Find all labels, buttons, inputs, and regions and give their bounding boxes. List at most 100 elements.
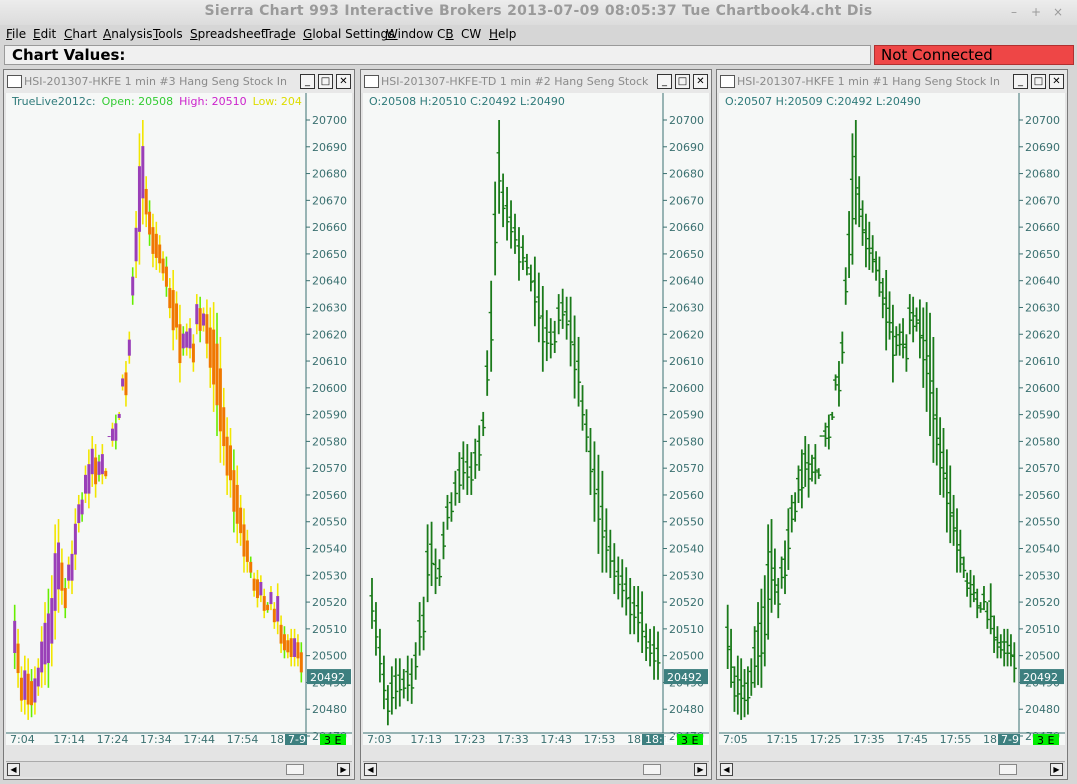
price-bar-body — [110, 428, 114, 441]
x-tick-label: 17:13 — [410, 733, 442, 745]
chart-minimize-button[interactable]: _ — [657, 74, 672, 89]
chart-maximize-button[interactable]: □ — [675, 74, 690, 89]
chart-title-bar[interactable]: HSI-201307-HKFE 1 min #1 Hang Seng Stock… — [717, 70, 1067, 93]
y-tick-label: 20590 — [669, 409, 704, 422]
price-bar-body — [144, 188, 148, 215]
price-bar-body — [23, 670, 27, 700]
y-tick-label: 20570 — [312, 462, 347, 475]
price-bar-body — [286, 640, 290, 653]
last-price-label: 20492 — [1023, 671, 1058, 684]
menu-window[interactable]: Window — [386, 27, 433, 41]
close-button[interactable]: × — [1050, 4, 1066, 20]
menu-chart[interactable]: Chart — [64, 27, 97, 41]
menu-global-settings[interactable]: Global Settings — [303, 27, 394, 41]
menu-help[interactable]: Help — [489, 27, 516, 41]
chart-close-button[interactable]: ✕ — [1049, 74, 1064, 89]
chart-title: HSI-201307-HKFE-TD 1 min #2 Hang Seng St… — [381, 75, 649, 88]
y-tick-label: 20700 — [1025, 114, 1060, 127]
fast-update-label: 3 E — [681, 734, 698, 745]
scrollbar-thumb[interactable] — [999, 764, 1017, 775]
price-chart-svg[interactable]: O:20507 H:20509 C:20492 L:20490 20700 2069… — [719, 93, 1065, 745]
minimize-button[interactable]: – — [1006, 4, 1022, 20]
maximize-button[interactable]: + — [1028, 4, 1044, 20]
chart-window-3[interactable]: HSI-201307-HKFE 1 min #1 Hang Seng Stock… — [716, 69, 1068, 780]
price-bar-body — [269, 592, 273, 605]
x-tick-label: 17:43 — [540, 733, 572, 745]
x-tick-label: 17:14 — [53, 733, 85, 745]
y-tick-label: 20530 — [669, 569, 704, 582]
price-bar-body — [16, 643, 20, 674]
scroll-right-arrow-icon[interactable]: ▶ — [694, 763, 707, 776]
price-bar-body — [242, 524, 246, 557]
price-bar-body — [232, 470, 236, 512]
y-tick-label: 20650 — [1025, 248, 1060, 261]
price-bar-body — [205, 314, 209, 344]
chart-minimize-button[interactable]: _ — [1013, 74, 1028, 89]
fast-update-label: 3 E — [1037, 734, 1054, 745]
menu-trade[interactable]: Trade — [263, 27, 296, 41]
chart-maximize-button[interactable]: □ — [318, 74, 333, 89]
chart-plot-area[interactable]: O:20507 H:20509 C:20492 L:20490 20700 2069… — [719, 93, 1065, 745]
chart-window-1[interactable]: HSI-201307-HKFE 1 min #3 Hang Seng Stock… — [3, 69, 355, 780]
chart-close-button[interactable]: ✕ — [336, 74, 351, 89]
price-bar-body — [148, 211, 152, 235]
price-chart-svg[interactable]: TrueLive2012c: Open: 20508 High: 20510 Low:… — [6, 93, 352, 745]
x-tick-label: 17:45 — [896, 733, 928, 745]
price-bar-body — [168, 288, 172, 309]
y-tick-label: 20650 — [312, 248, 347, 261]
price-bar-body — [161, 258, 165, 274]
price-bar-body — [225, 436, 229, 476]
window-system-icon[interactable] — [7, 75, 22, 88]
chart-title-bar[interactable]: HSI-201307-HKFE-TD 1 min #2 Hang Seng St… — [361, 70, 711, 93]
price-bar-body — [94, 457, 98, 485]
chart-plot-area[interactable]: TrueLive2012c: Open: 20508 High: 20510 Low:… — [6, 93, 352, 745]
price-bar-body — [266, 604, 270, 611]
scrollbar-thumb[interactable] — [643, 764, 661, 775]
y-tick-label: 20600 — [312, 382, 347, 395]
window-system-icon[interactable] — [364, 75, 379, 88]
chart-title-bar[interactable]: HSI-201307-HKFE 1 min #3 Hang Seng Stock… — [4, 70, 354, 93]
scroll-left-arrow-icon[interactable]: ◀ — [720, 763, 733, 776]
y-tick-label: 20580 — [669, 435, 704, 448]
menu-analysis[interactable]: Analysis — [103, 27, 152, 41]
horizontal-scrollbar[interactable]: ◀ ▶ — [363, 761, 709, 777]
chart-minimize-button[interactable]: _ — [300, 74, 315, 89]
scroll-left-arrow-icon[interactable]: ◀ — [364, 763, 377, 776]
fast-update-label: 3 E — [324, 734, 341, 745]
menu-tools[interactable]: Tools — [153, 27, 183, 41]
scroll-right-arrow-icon[interactable]: ▶ — [1050, 763, 1063, 776]
menu-file[interactable]: File — [6, 27, 26, 41]
menu-cb[interactable]: CB — [437, 27, 454, 41]
y-tick-label: 20560 — [669, 489, 704, 502]
info-segment: Open: 20508 — [102, 95, 174, 108]
y-tick-label: 20610 — [1025, 355, 1060, 368]
price-bar-body — [289, 638, 293, 657]
y-tick-label: 20620 — [1025, 328, 1060, 341]
horizontal-scrollbar[interactable]: ◀ ▶ — [719, 761, 1065, 777]
scroll-left-arrow-icon[interactable]: ◀ — [7, 763, 20, 776]
menu-edit[interactable]: Edit — [33, 27, 56, 41]
connection-status[interactable]: Not Connected — [874, 45, 1074, 65]
chart-values-bar: Chart Values: — [4, 45, 871, 65]
menu-spreadsheet[interactable]: Spreadsheet — [190, 27, 266, 41]
price-bar-body — [19, 677, 23, 701]
chart-maximize-button[interactable]: □ — [1031, 74, 1046, 89]
chart-close-button[interactable]: ✕ — [693, 74, 708, 89]
y-tick-label: 20690 — [669, 141, 704, 154]
price-bar-body — [77, 504, 81, 524]
y-tick-label: 20610 — [669, 355, 704, 368]
last-price-label: 20492 — [667, 671, 702, 684]
chart-window-2[interactable]: HSI-201307-HKFE-TD 1 min #2 Hang Seng St… — [360, 69, 712, 780]
price-bar-body — [57, 542, 61, 590]
window-system-icon[interactable] — [720, 75, 735, 88]
scrollbar-thumb[interactable] — [286, 764, 304, 775]
price-chart-svg[interactable]: O:20508 H:20510 C:20492 L:20490 20700 2069… — [363, 93, 709, 745]
price-bar-body — [127, 339, 131, 356]
menu-cw[interactable]: CW — [461, 27, 481, 41]
y-tick-label: 20510 — [312, 623, 347, 636]
scroll-right-arrow-icon[interactable]: ▶ — [337, 763, 350, 776]
price-bar-body — [60, 562, 64, 591]
horizontal-scrollbar[interactable]: ◀ ▶ — [6, 761, 352, 777]
y-tick-label: 20520 — [1025, 596, 1060, 609]
chart-plot-area[interactable]: O:20508 H:20510 C:20492 L:20490 20700 2069… — [363, 93, 709, 745]
